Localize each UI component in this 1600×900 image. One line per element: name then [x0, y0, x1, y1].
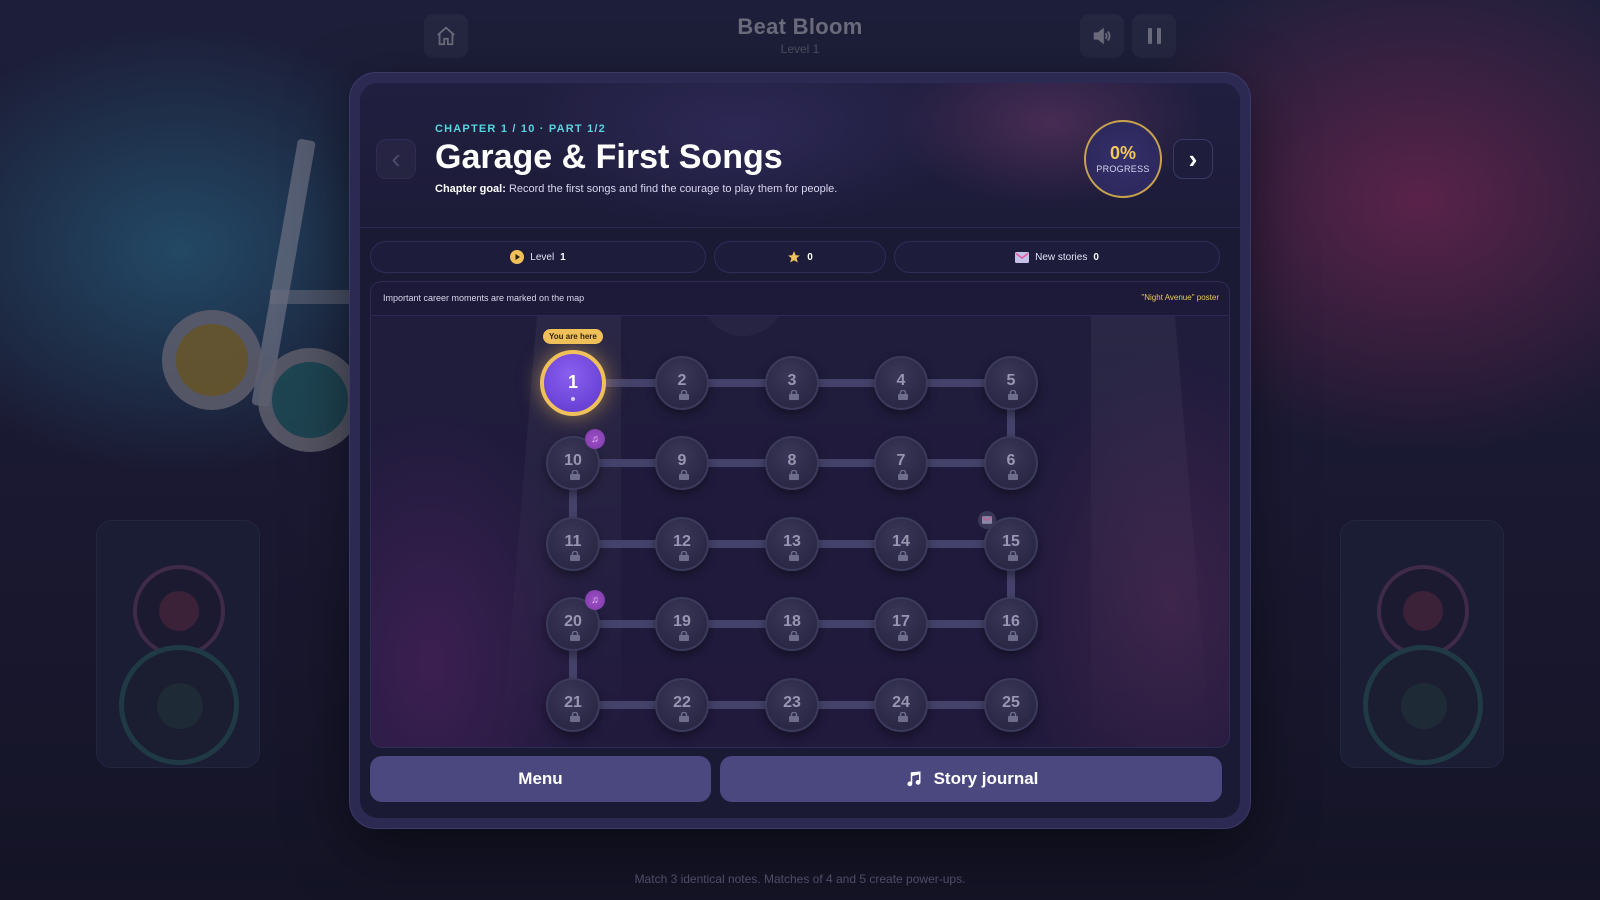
top-bar: Beat Bloom Level 1 — [0, 0, 1600, 70]
mail-icon — [982, 516, 992, 524]
level-node-11[interactable]: 11 — [546, 517, 600, 571]
chevron-left-icon: ‹ — [391, 143, 401, 174]
lock-icon — [897, 628, 909, 641]
stars-stat-value: 0 — [807, 251, 813, 263]
lock-icon — [678, 387, 690, 400]
level-node-7[interactable]: 7 — [874, 436, 928, 490]
level-node-17[interactable]: 17 — [874, 597, 928, 651]
next-chapter-button[interactable]: › — [1173, 139, 1213, 179]
lock-icon — [788, 709, 800, 722]
level-node-12[interactable]: 12 — [655, 517, 709, 571]
chapter-label: CHAPTER 1 / 10 · PART 1/2 — [435, 123, 606, 135]
level-node-19[interactable]: 19 — [655, 597, 709, 651]
lock-icon — [897, 467, 909, 480]
chapter-header: ‹ CHAPTER 1 / 10 · PART 1/2 Garage & Fir… — [360, 83, 1240, 228]
level-stat: Level 1 — [370, 241, 706, 273]
menu-button[interactable]: Menu — [370, 756, 711, 802]
level-node-5[interactable]: 5 — [984, 356, 1038, 410]
lock-icon — [1007, 709, 1019, 722]
level-node-21[interactable]: 21 — [546, 678, 600, 732]
pause-icon — [1147, 28, 1152, 44]
level-node-13[interactable]: 13 — [765, 517, 819, 571]
previous-chapter-button[interactable]: ‹ — [376, 139, 416, 179]
music-note-icon — [907, 771, 921, 787]
lock-icon — [1007, 628, 1019, 641]
game-level-label: Level 1 — [780, 42, 820, 56]
level-node-8[interactable]: 8 — [765, 436, 819, 490]
level-node-2[interactable]: 2 — [655, 356, 709, 410]
story-moment-badge[interactable]: ♫ — [585, 429, 605, 449]
lock-icon — [788, 467, 800, 480]
lock-icon — [1007, 467, 1019, 480]
level-node-number: 1 — [567, 372, 578, 392]
guitar-decoration-ring — [162, 310, 262, 410]
progress-indicator: 0% PROGRESS — [1084, 120, 1162, 198]
story-journal-label: Story journal — [933, 769, 1039, 788]
lock-icon — [897, 548, 909, 561]
level-node-4[interactable]: 4 — [874, 356, 928, 410]
you-are-here-tag: You are here — [543, 329, 603, 344]
lock-icon — [678, 709, 690, 722]
level-node-1[interactable]: 1 — [540, 350, 606, 416]
level-node-9[interactable]: 9 — [655, 436, 709, 490]
lock-icon — [678, 548, 690, 561]
lock-icon — [1007, 387, 1019, 400]
story-journal-button[interactable]: Story journal — [720, 756, 1222, 802]
pause-icon — [1156, 28, 1161, 44]
lock-icon — [788, 387, 800, 400]
level-map: Important career moments are marked on t… — [370, 281, 1230, 748]
lock-icon — [788, 628, 800, 641]
level-node-24[interactable]: 24 — [874, 678, 928, 732]
lock-icon — [897, 709, 909, 722]
progress-value: 0% — [1109, 143, 1136, 163]
volume-button[interactable] — [1080, 14, 1124, 58]
mail-badge[interactable] — [978, 511, 996, 529]
map-path — [569, 379, 1015, 709]
gameplay-hint: Match 3 identical notes. Matches of 4 an… — [634, 872, 966, 886]
chevron-right-icon: › — [1188, 143, 1198, 174]
chapter-title: Garage & First Songs — [435, 138, 783, 176]
chapter-panel-inner: ‹ CHAPTER 1 / 10 · PART 1/2 Garage & Fir… — [360, 83, 1240, 818]
chapter-goal-prefix: Chapter goal: — [435, 183, 506, 195]
stars-stat: 0 — [714, 241, 886, 273]
lock-icon — [678, 628, 690, 641]
lock-icon — [569, 628, 581, 641]
level-node-18[interactable]: 18 — [765, 597, 819, 651]
level-node-22[interactable]: 22 — [655, 678, 709, 732]
level-node-16[interactable]: 16 — [984, 597, 1038, 651]
volume-icon — [1093, 27, 1111, 45]
level-node-23[interactable]: 23 — [765, 678, 819, 732]
level-stat-label: Level — [530, 251, 555, 263]
lock-icon — [569, 709, 581, 722]
lock-icon — [897, 387, 909, 400]
star-icon — [788, 251, 801, 263]
level-node-3[interactable]: 3 — [765, 356, 819, 410]
stories-stat: New stories 0 — [894, 241, 1220, 273]
play-icon — [510, 250, 525, 264]
current-level-dot — [571, 397, 575, 401]
level-node-6[interactable]: 6 — [984, 436, 1038, 490]
guitar-decoration-ring — [258, 348, 362, 452]
stories-stat-label: New stories — [1035, 251, 1088, 263]
lock-icon — [569, 467, 581, 480]
speaker-right — [1340, 520, 1504, 768]
progress-label: PROGRESS — [1096, 164, 1150, 174]
speaker-left — [96, 520, 260, 768]
game-title: Beat Bloom — [737, 14, 863, 39]
level-stat-value: 1 — [560, 251, 566, 263]
pause-button[interactable] — [1132, 14, 1176, 58]
level-node-14[interactable]: 14 — [874, 517, 928, 571]
chapter-goal: Chapter goal: Record the first songs and… — [435, 183, 837, 195]
chapter-goal-text: Record the first songs and find the cour… — [508, 183, 838, 195]
lock-icon — [569, 548, 581, 561]
lock-icon — [1007, 548, 1019, 561]
stories-stat-value: 0 — [1093, 251, 1099, 263]
lock-icon — [788, 548, 800, 561]
lock-icon — [678, 467, 690, 480]
level-node-25[interactable]: 25 — [984, 678, 1038, 732]
story-moment-badge[interactable]: ♫ — [585, 590, 605, 610]
chapter-panel: ‹ CHAPTER 1 / 10 · PART 1/2 Garage & Fir… — [350, 73, 1250, 828]
mail-icon — [1015, 251, 1030, 263]
